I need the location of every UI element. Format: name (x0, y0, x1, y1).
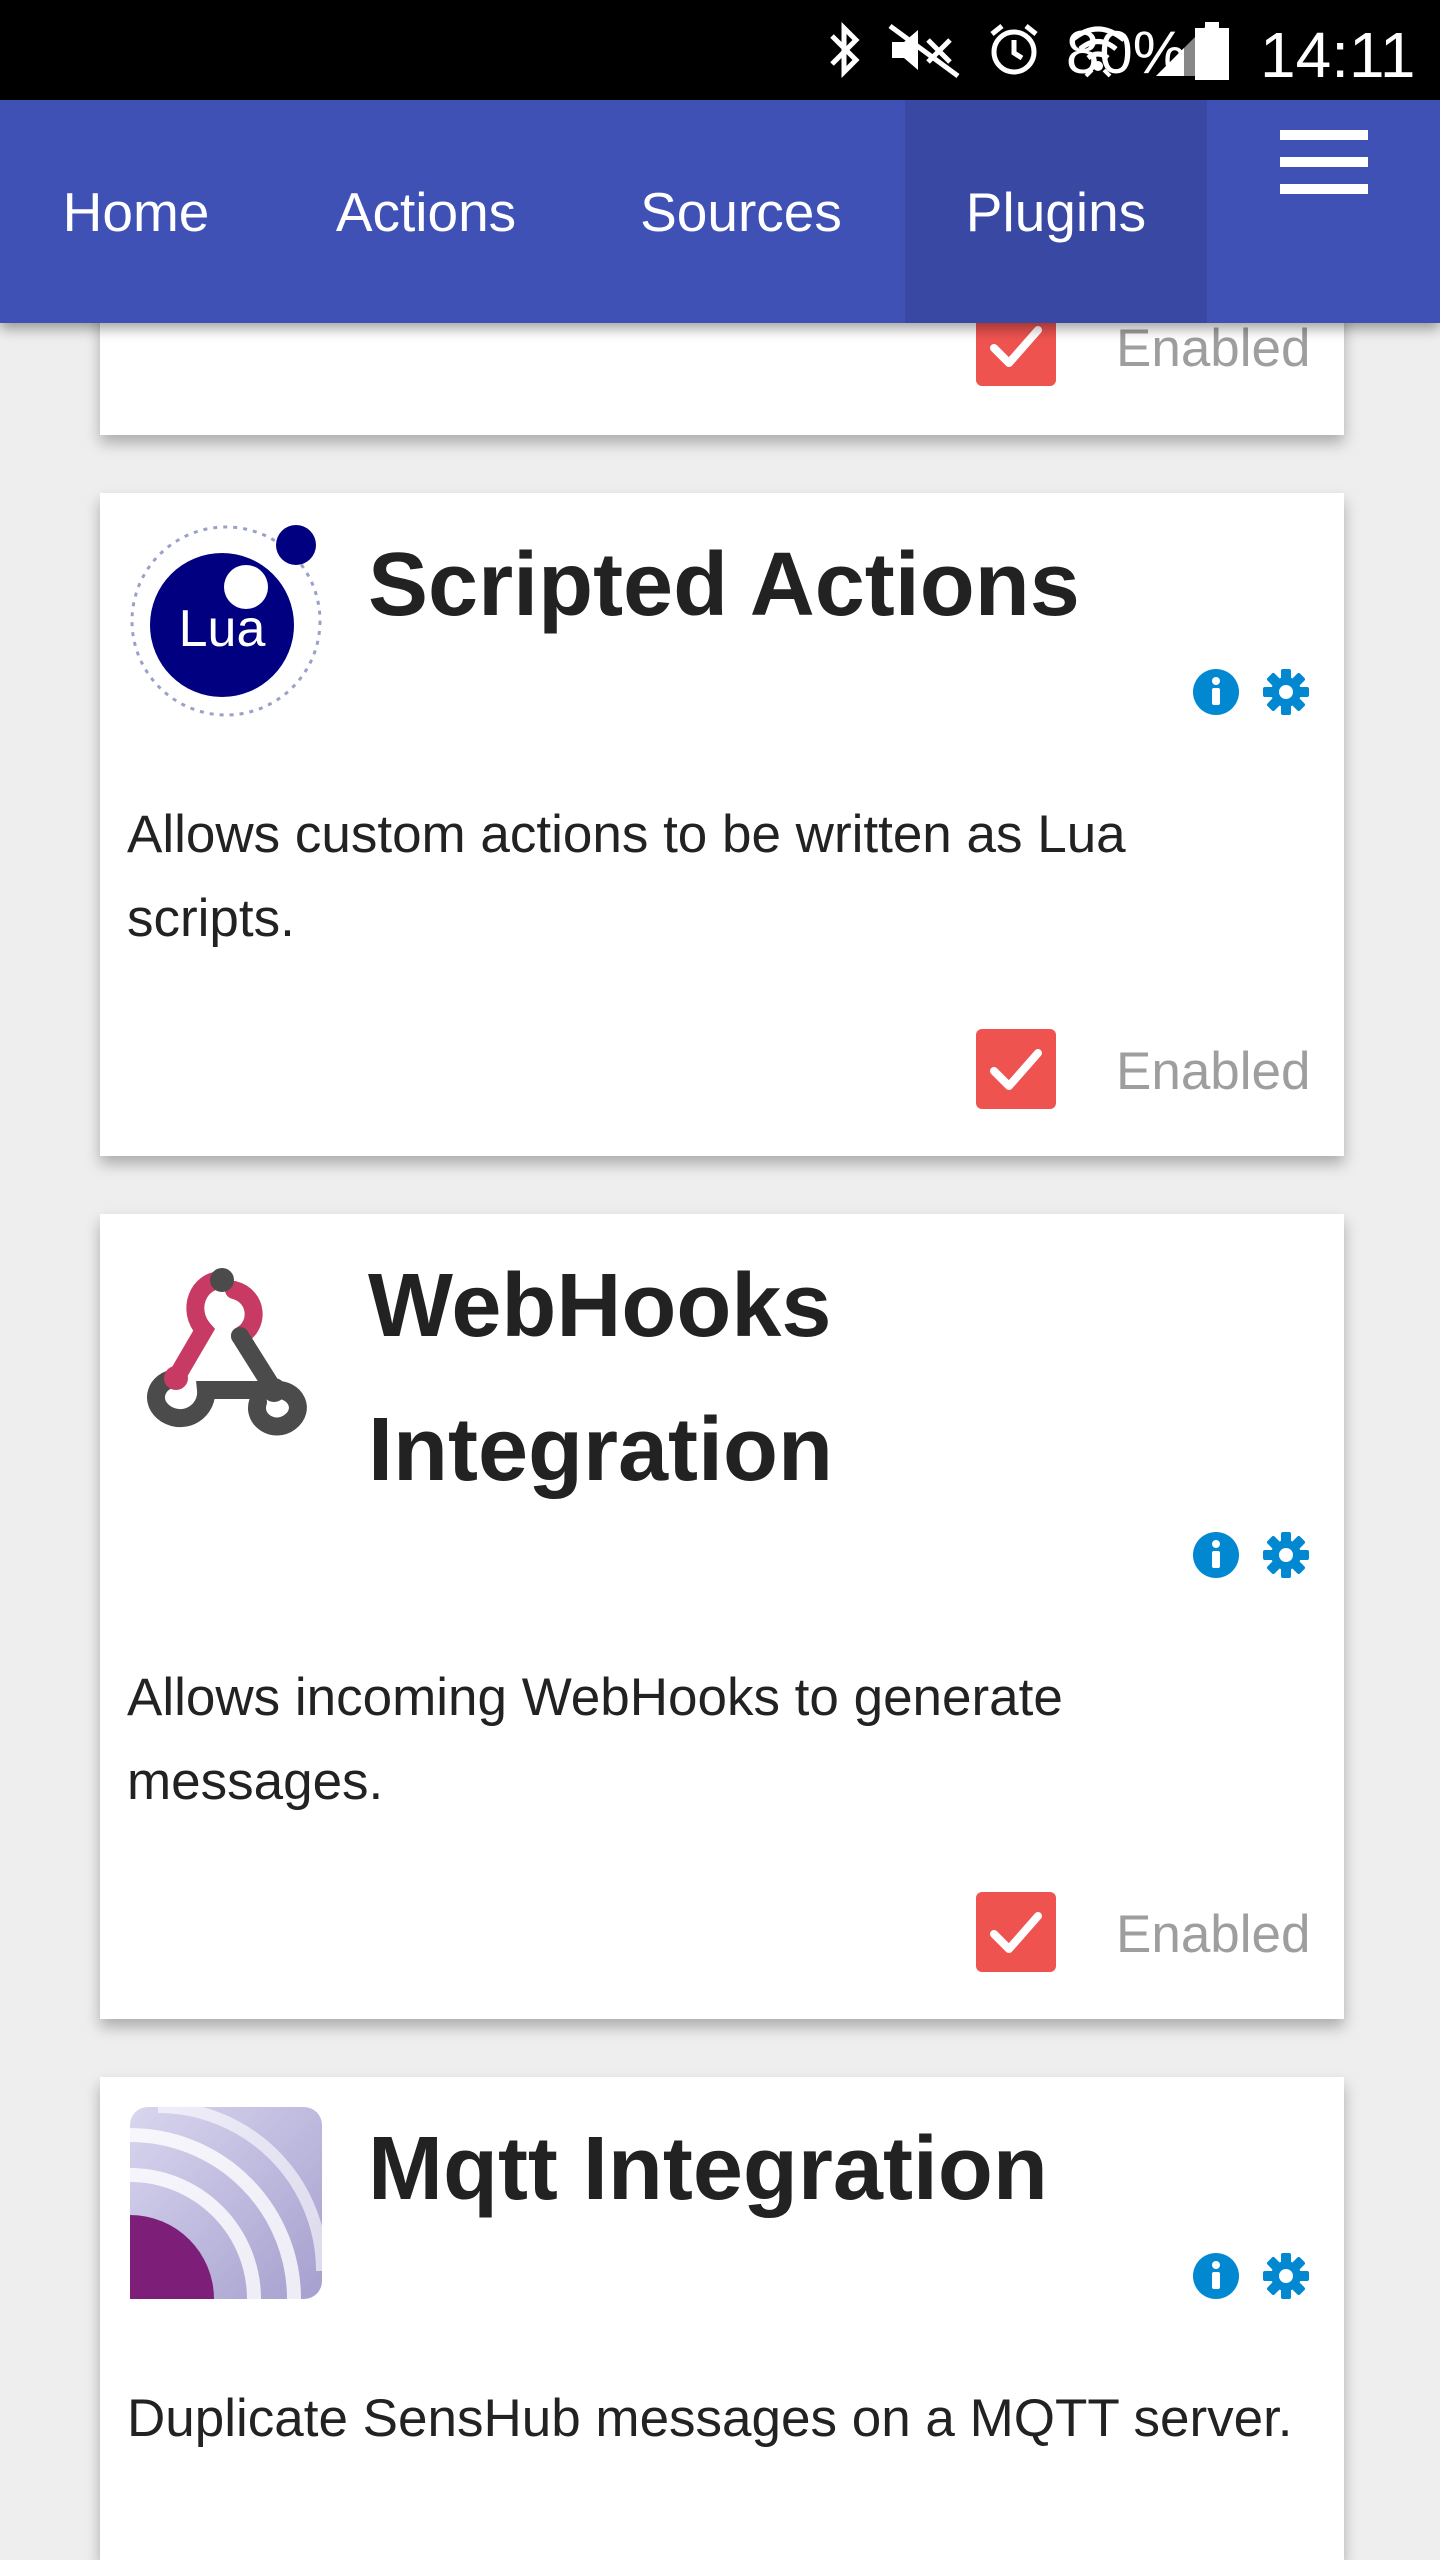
plugin-title: Scripted Actions (368, 535, 1080, 635)
checkmark-icon (990, 1912, 1042, 1953)
hamburger-menu-icon[interactable] (1280, 130, 1368, 194)
battery-icon (1195, 22, 1229, 80)
mqtt-logo (129, 2105, 324, 2300)
plugin-description: Allows incoming WebHooks to generate mes… (127, 1668, 1063, 1811)
tab-actions[interactable]: Actions (300, 100, 552, 323)
plugin-title-line1: WebHooks (368, 1256, 832, 1356)
lua-logo-text: Lua (179, 600, 266, 658)
enabled-checkbox[interactable] (976, 1029, 1056, 1109)
clock: 14:11 (1260, 19, 1416, 91)
plugin-card-mqtt: Mqtt Integration Duplicate SensHub messa… (100, 2077, 1344, 2560)
enabled-label: Enabled (1116, 319, 1311, 378)
webhooks-logo (147, 1268, 307, 1436)
tab-plugins[interactable]: Plugins (905, 100, 1207, 323)
mute-icon (888, 23, 960, 78)
enabled-checkbox[interactable] (976, 1892, 1056, 1972)
status-bar: 80% 14:11 (0, 0, 1440, 100)
plugin-description: Allows custom actions to be written as L… (127, 805, 1126, 948)
info-icon[interactable] (1192, 668, 1240, 716)
plugin-title-line2: Integration (368, 1400, 833, 1500)
plugin-card-webhooks: WebHooks Integration Allows incoming Web… (100, 1214, 1344, 2019)
enabled-label: Enabled (1116, 1042, 1311, 1101)
plugin-card-scripted-actions: Lua Scripted Actions Allows custom actio… (100, 493, 1344, 1156)
settings-gear-icon[interactable] (1262, 2252, 1310, 2300)
tab-sources[interactable]: Sources (620, 100, 862, 323)
tab-home[interactable]: Home (30, 100, 242, 323)
info-icon[interactable] (1192, 1531, 1240, 1579)
top-nav-bar: Home Actions Sources Plugins (0, 100, 1440, 323)
lua-logo: Lua (130, 525, 322, 717)
plugin-title: Mqtt Integration (368, 2119, 1048, 2219)
battery-percent: 80% (1066, 19, 1187, 86)
checkmark-icon (990, 1049, 1042, 1090)
settings-gear-icon[interactable] (1262, 1531, 1310, 1579)
settings-gear-icon[interactable] (1262, 668, 1310, 716)
bluetooth-icon (830, 22, 860, 78)
alarm-icon (990, 24, 1038, 75)
info-icon[interactable] (1192, 2252, 1240, 2300)
enabled-label: Enabled (1116, 1905, 1311, 1964)
plugin-description: Duplicate SensHub messages on a MQTT ser… (127, 2389, 1293, 2448)
